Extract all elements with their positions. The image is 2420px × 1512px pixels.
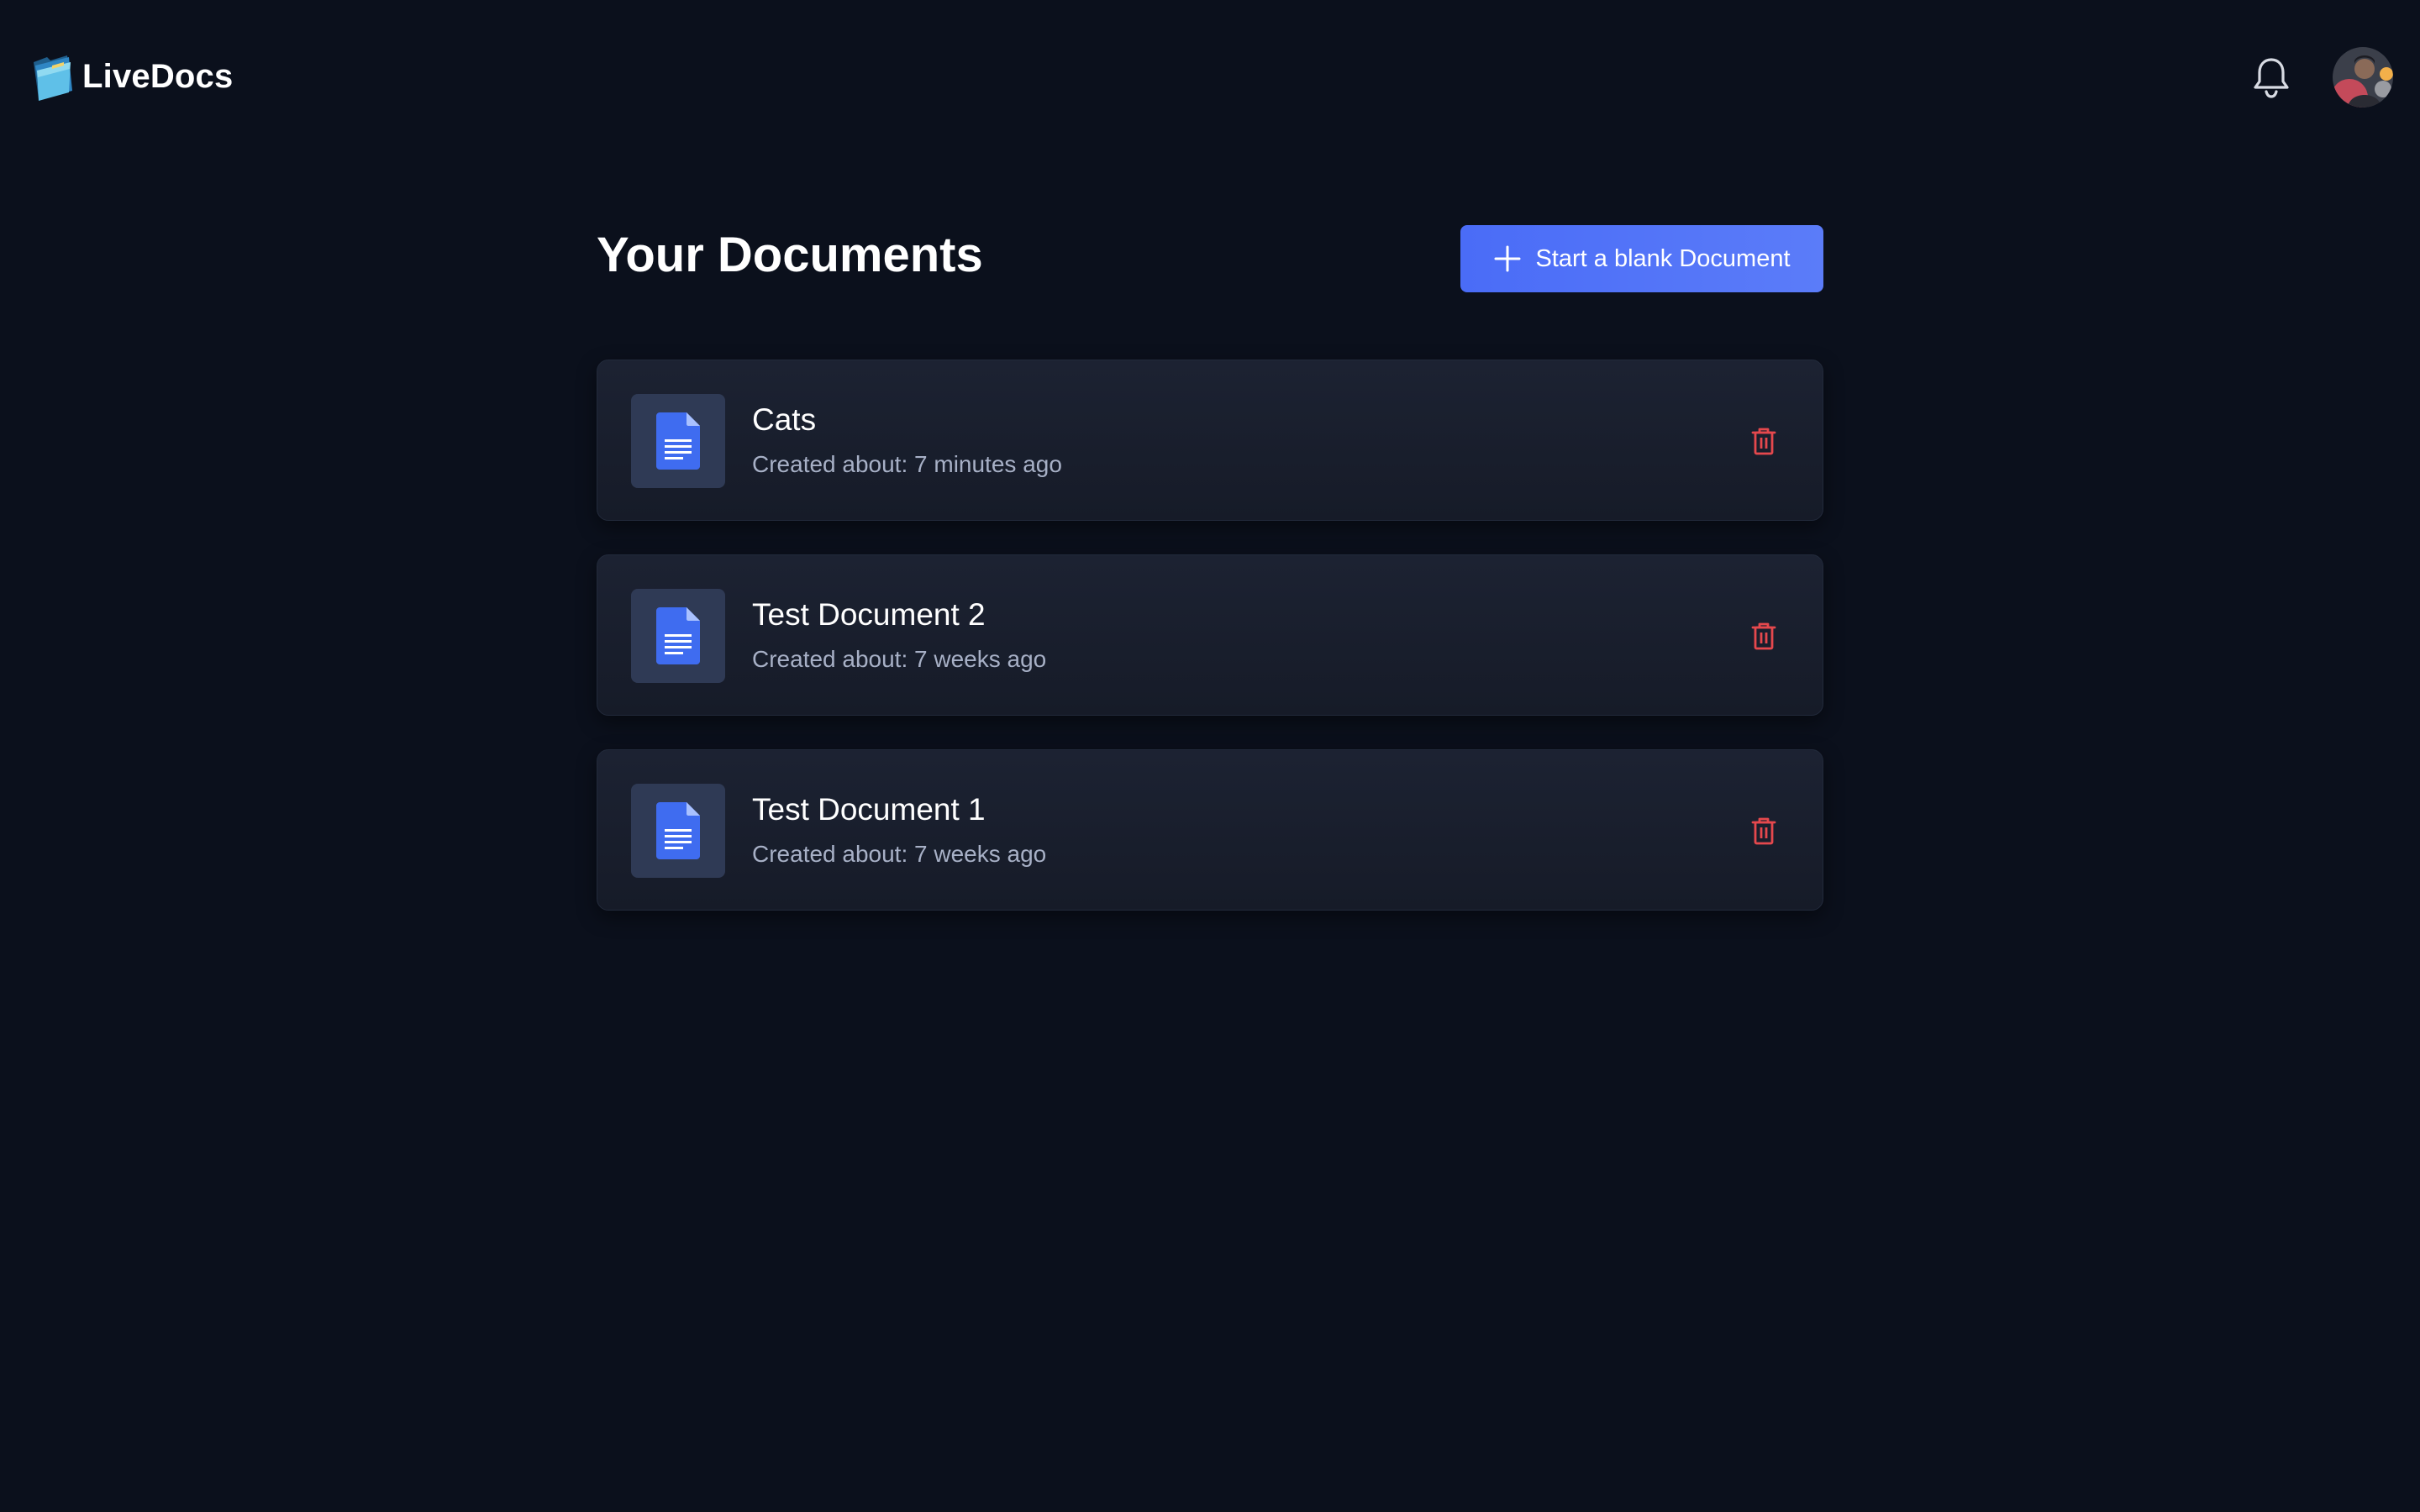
title-row: Your Documents Start a blank Document [597,223,1823,292]
documents-section: Your Documents Start a blank Document Ca… [597,223,1823,911]
document-thumbnail [631,589,725,683]
start-blank-document-button[interactable]: Start a blank Document [1460,225,1823,292]
document-title[interactable]: Cats [752,402,816,438]
plus-icon [1494,245,1521,272]
document-icon [656,802,700,859]
app-logo[interactable]: LiveDocs [30,50,233,102]
delete-document-button[interactable] [1747,814,1781,848]
document-icon [656,607,700,664]
trash-icon [1751,428,1776,455]
folder-logo-icon [34,55,72,101]
document-title[interactable]: Test Document 1 [752,792,986,827]
document-created-time: Created about: 7 minutes ago [752,451,1062,477]
document-card[interactable]: Test Document 2 Created about: 7 weeks a… [597,554,1823,716]
document-created-time: Created about: 7 weeks ago [752,841,1047,867]
start-blank-document-label: Start a blank Document [1535,244,1791,272]
delete-document-button[interactable] [1747,424,1781,458]
document-thumbnail [631,394,725,488]
notifications-button[interactable] [2252,55,2291,99]
user-avatar[interactable] [2333,47,2393,108]
app-name: LiveDocs [82,57,234,95]
document-title[interactable]: Test Document 2 [752,597,986,633]
document-thumbnail [631,784,725,878]
trash-icon [1751,622,1776,650]
page-title: Your Documents [597,228,983,282]
bell-icon [2254,58,2289,98]
top-header: LiveDocs [0,0,2420,155]
trash-icon [1751,817,1776,845]
document-icon [656,412,700,470]
document-card[interactable]: Test Document 1 Created about: 7 weeks a… [597,749,1823,911]
document-list: Cats Created about: 7 minutes ago Test D… [597,360,1823,944]
document-card[interactable]: Cats Created about: 7 minutes ago [597,360,1823,521]
avatar-image [2333,47,2393,108]
document-created-time: Created about: 7 weeks ago [752,646,1047,672]
delete-document-button[interactable] [1747,619,1781,653]
